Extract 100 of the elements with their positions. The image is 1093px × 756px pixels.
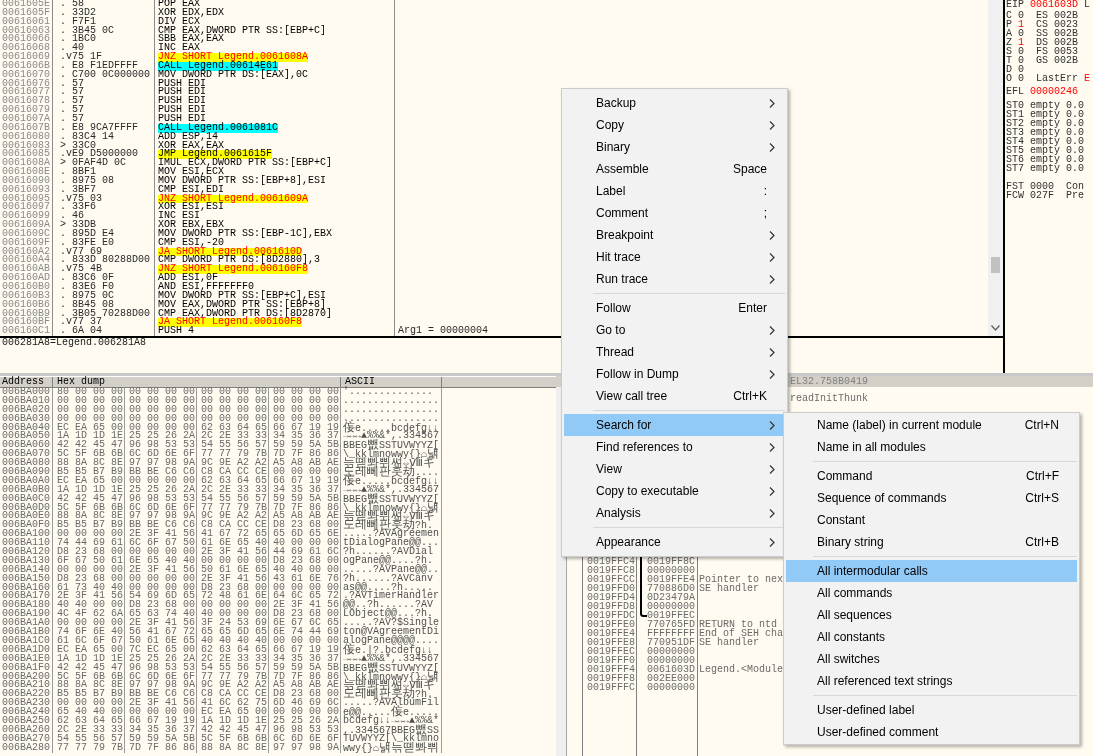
- address-text: 00616069: [2, 53, 50, 62]
- menu-item[interactable]: All intermodular calls: [786, 560, 1077, 582]
- scrollbar-track[interactable]: [988, 0, 1003, 336]
- menu-item[interactable]: User-defined label: [786, 699, 1077, 721]
- hex-bytes-cell: 00 00 00 00: [53, 396, 125, 406]
- shortcut-text: Space: [732, 161, 767, 177]
- chevron-down-icon[interactable]: [991, 325, 1000, 331]
- instruction-text: MOV DWORD PTR DS:[EAX],0C: [158, 70, 309, 80]
- menu-item[interactable]: Command Ctrl+F: [786, 465, 1077, 487]
- menu-item[interactable]: Binary string Ctrl+B: [786, 531, 1077, 553]
- column-header[interactable]: Hex dump: [53, 377, 341, 388]
- address-cell: 006BA010: [0, 396, 53, 406]
- address-cell: 006BA120: [0, 548, 53, 557]
- column-header[interactable]: ASCII: [341, 377, 442, 388]
- opcode-bytes-text: . 6A 04: [60, 327, 102, 337]
- flag-value: 0: [1018, 47, 1025, 56]
- hex-bytes-cell: 77 77 79 7B: [53, 743, 125, 753]
- instruction-text: CMP ESI,-20: [158, 238, 224, 248]
- stack-value-text: 0019FF8C: [647, 557, 695, 566]
- address-text: 006160AD: [2, 274, 50, 283]
- stack-value-text: 00000000: [647, 647, 695, 656]
- hex-bytes-cell: 66 67 19 19: [125, 716, 197, 726]
- shortcut-text: Ctrl+N: [1024, 417, 1059, 433]
- menu-item[interactable]: Search for: [564, 414, 785, 436]
- menu-item[interactable]: Backup: [564, 92, 785, 114]
- address-cell: 006BA0C0: [0, 494, 53, 504]
- instruction-text: ADD ESP,14: [158, 132, 218, 142]
- menu-item[interactable]: Hit trace: [564, 246, 785, 268]
- menu-item[interactable]: Assemble Space: [564, 158, 785, 180]
- opcode-bytes-text: . F7F1: [60, 17, 96, 27]
- stack-address-text: 0019FFD8: [587, 602, 635, 611]
- register-name: EFL: [1006, 87, 1024, 96]
- menu-item[interactable]: Appearance: [564, 531, 785, 553]
- menu-item[interactable]: All sequences: [786, 604, 1077, 626]
- hex-bytes-cell: 50 61 6E 65: [125, 636, 197, 646]
- menu-item[interactable]: Follow Enter: [564, 297, 785, 319]
- menu-item[interactable]: All switches: [786, 648, 1077, 670]
- menu-item[interactable]: All constants: [786, 626, 1077, 648]
- hex-bytes-cell: C8 CA CC CE: [197, 468, 269, 477]
- menu-item[interactable]: Comment ;: [564, 202, 785, 224]
- shortcut-text: Ctrl+B: [1025, 534, 1059, 550]
- menu-item[interactable]: Run trace: [564, 268, 785, 290]
- ascii-cell: ,.334567BBEG뺎SS: [341, 725, 442, 735]
- menu-item[interactable]: Find references to: [564, 436, 785, 458]
- column-header[interactable]: Address: [0, 377, 53, 388]
- address-cell: 006BA140: [0, 565, 53, 575]
- ascii-cell: →↔↔▲%%&*,.334567: [341, 654, 442, 664]
- opcode-bytes-text: . 8BF1: [60, 168, 96, 177]
- menu-item[interactable]: Constant: [786, 509, 1077, 531]
- fpu-control-value: 0000: [1030, 182, 1055, 191]
- menu-item[interactable]: Go to: [564, 319, 785, 341]
- menu-item[interactable]: Copy to executable: [564, 480, 785, 502]
- menu-item[interactable]: All referenced text strings: [786, 670, 1077, 692]
- hex-bytes-cell: 6F 67 50 61: [53, 556, 125, 566]
- menu-item[interactable]: Name in all modules: [786, 436, 1077, 458]
- menu-item[interactable]: Follow in Dump: [564, 363, 785, 385]
- hex-bytes-cell: 34 35 36 37: [125, 725, 197, 735]
- address-cell: 006BA280: [0, 743, 53, 753]
- opcode-bytes-text: > 33DB: [60, 221, 96, 230]
- fpu-register-text: ST4 empty 0.0: [1006, 137, 1084, 146]
- menu-item[interactable]: View call tree Ctrl+K: [564, 385, 785, 407]
- fpu-control-note: Pre: [1066, 191, 1085, 200]
- flag-name: S: [1006, 47, 1012, 56]
- opcode-bytes-text: . 57: [60, 114, 84, 124]
- hex-bytes-cell: 00 00 00 00: [125, 574, 197, 584]
- stack-address-text: 0019FFF0: [587, 656, 635, 665]
- address-cell: 006BA270: [0, 734, 53, 744]
- menu-item[interactable]: Breakpoint: [564, 224, 785, 246]
- menu-item[interactable]: Analysis: [564, 502, 785, 524]
- ascii-cell: ................: [341, 396, 442, 406]
- hex-bytes-cell: 96 98 53 53: [125, 494, 197, 504]
- menu-item[interactable]: Name (label) in current module Ctrl+N: [786, 414, 1077, 436]
- instruction-text: XOR EDX,EDX: [158, 8, 224, 18]
- menu-item[interactable]: Sequence of commands Ctrl+S: [786, 487, 1077, 509]
- hex-bytes-cell: 1A 1D 1D 1E: [53, 485, 125, 495]
- segment-register-text: FS 0053: [1036, 47, 1079, 56]
- hex-bytes-cell: 40 40 40 40: [197, 636, 269, 646]
- menu-item[interactable]: Copy: [564, 114, 785, 136]
- menu-item[interactable]: Thread: [564, 341, 785, 363]
- flag-value: 0: [1018, 65, 1025, 74]
- stack-address-text: 0019FFEC: [587, 647, 635, 656]
- hex-bytes-cell: 00 00 00 00: [269, 414, 341, 424]
- hex-bytes-cell: 9C 9E A2 A2: [197, 459, 269, 468]
- menu-item[interactable]: All commands: [786, 582, 1077, 604]
- menu-item[interactable]: View: [564, 458, 785, 480]
- fpu-register-text: ST2 empty 0.0: [1006, 119, 1084, 128]
- address-text: 00616090: [2, 176, 50, 186]
- menu-item[interactable]: Label :: [564, 180, 785, 202]
- comment-text: Arg1 = 00000004: [398, 327, 488, 337]
- hex-bytes-cell: 54 55 56 57: [197, 663, 269, 673]
- stack-address-text: 0019FFD0: [587, 584, 635, 593]
- menu-item[interactable]: User-defined comment: [786, 721, 1077, 743]
- menu-item[interactable]: Binary: [564, 136, 785, 158]
- stack-value-text: 0019FFE4: [647, 575, 695, 584]
- scrollbar-thumb[interactable]: [991, 257, 1000, 273]
- fpu-control-note: Con: [1066, 182, 1085, 191]
- info-text: EL32.758B0419: [790, 376, 868, 387]
- hex-bytes-cell: EC EA 65 00: [197, 708, 269, 717]
- hex-bytes-cell: 00 00 00 00: [197, 396, 269, 406]
- last-error-value: E: [1084, 74, 1091, 83]
